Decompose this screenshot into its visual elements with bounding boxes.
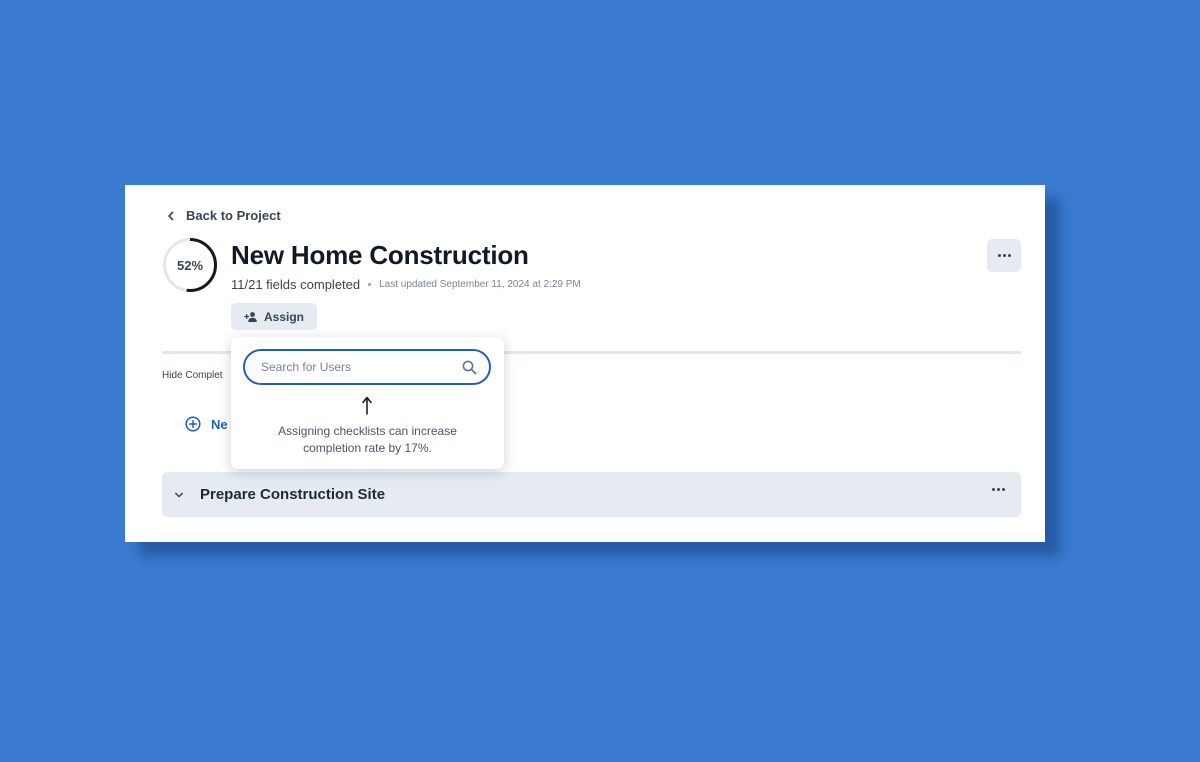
new-section-label: Ne [211,416,228,432]
separator-dot [368,283,372,286]
last-updated: Last updated September 11, 2024 at 2:29 … [379,279,581,290]
section-row[interactable]: Prepare Construction Site [162,472,1021,517]
search-icon [462,360,477,374]
progress-percent: 52% [176,257,204,273]
more-icon [997,254,1011,257]
section-title: Prepare Construction Site [200,486,386,503]
add-user-icon [244,311,257,322]
assign-hint: Assigning checklists can increase comple… [278,424,457,455]
progress-ring: 52% [162,237,218,293]
hide-completed-toggle[interactable]: Hide Complet [162,370,223,381]
section-more-button[interactable] [992,488,1005,491]
back-to-project-label: Back to Project [186,208,281,223]
chevron-down-icon[interactable] [174,490,184,500]
user-search-input[interactable] [261,360,462,374]
assign-label: Assign [263,309,304,324]
progress-subline: 11/21 fields completed Last updated Sept… [231,277,581,292]
page-more-button[interactable] [987,239,1021,272]
fields-completed: 11/21 fields completed [231,277,361,292]
chevron-left-icon [168,211,174,220]
more-icon [992,488,1005,491]
arrow-up-icon [362,396,372,415]
user-search-box[interactable] [243,349,491,385]
assign-button[interactable]: Assign [231,303,317,330]
checklist-card: Back to Project 52% New Home Constructio… [125,185,1045,542]
assign-popover: Assigning checklists can increase comple… [231,337,504,469]
plus-circle-icon [185,416,201,432]
page-title: New Home Construction [231,240,529,270]
back-to-project-link[interactable]: Back to Project [166,208,281,223]
new-section-button[interactable]: Ne [185,416,228,432]
